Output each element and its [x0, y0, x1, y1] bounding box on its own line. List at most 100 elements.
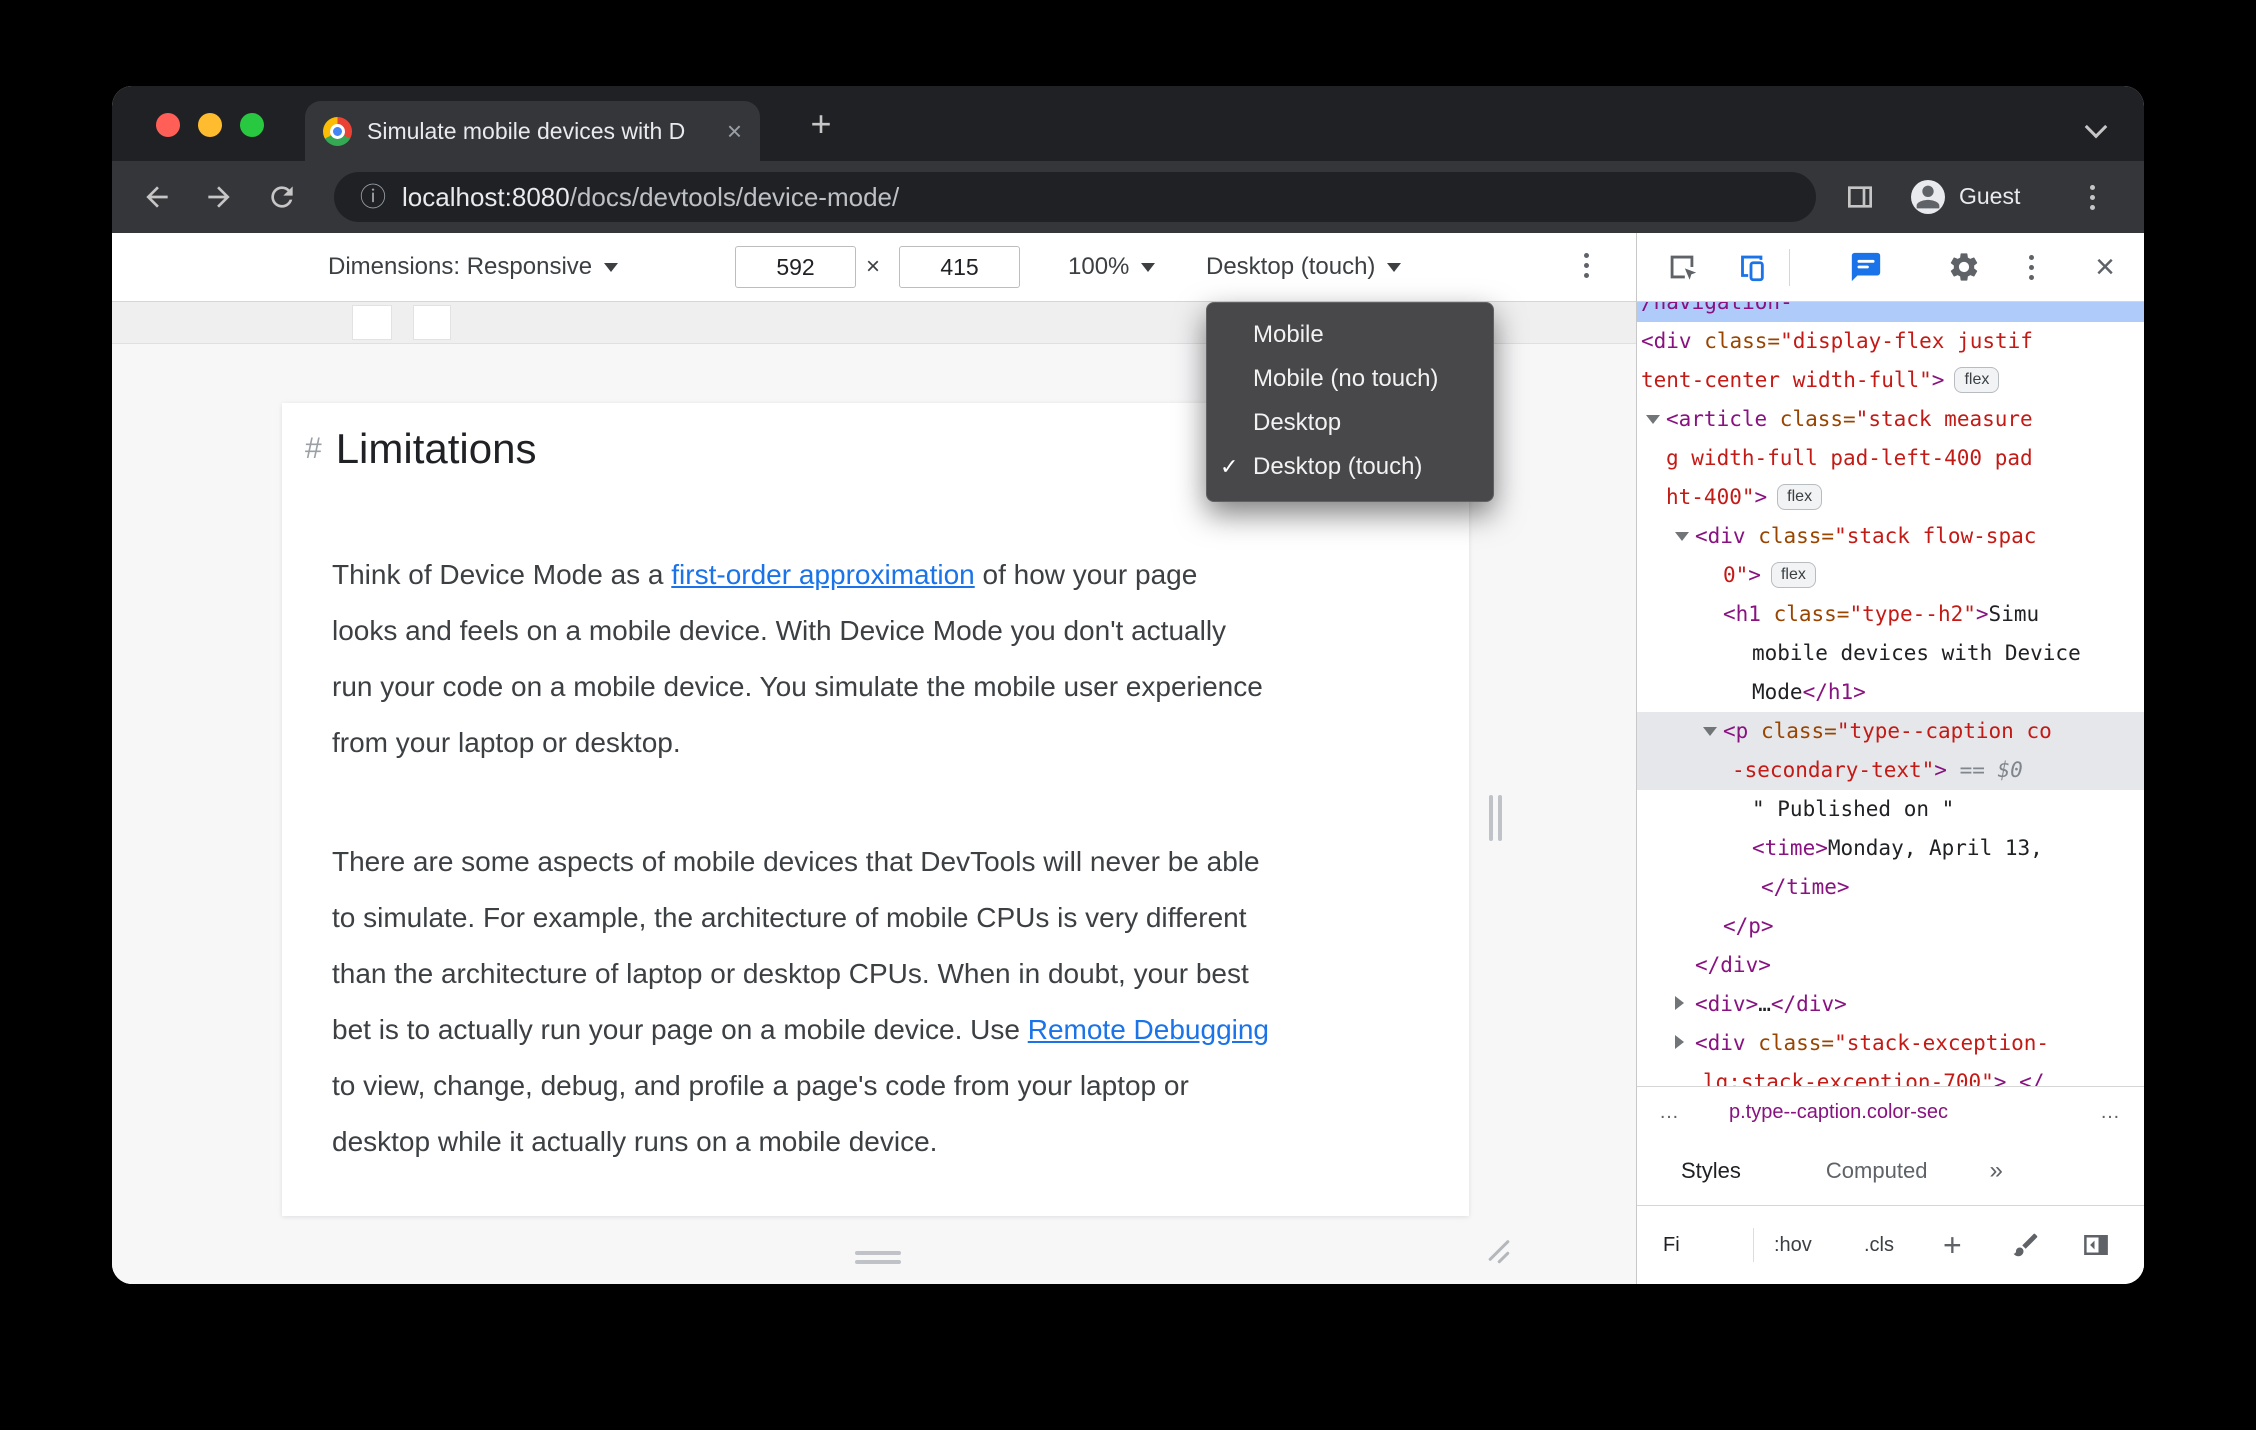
dom-tree-node[interactable]: <time>Monday, April 13, — [1637, 829, 2144, 868]
device-toolbar-kebab-icon[interactable] — [1584, 253, 1589, 278]
profile-avatar[interactable] — [1911, 180, 1945, 214]
dom-tree-node[interactable]: /navigation- — [1637, 302, 2144, 322]
dom-tree-node[interactable]: ht-400"> flex — [1637, 478, 2144, 517]
breadcrumb-overflow-right[interactable]: … — [2094, 1101, 2126, 1124]
width-input[interactable] — [735, 246, 856, 288]
expand-arrow-icon[interactable] — [1675, 985, 1695, 1024]
flex-badge[interactable]: flex — [1777, 484, 1823, 510]
ruler-mark — [413, 305, 451, 340]
tab-close-icon[interactable]: × — [727, 118, 742, 144]
window-close-button[interactable] — [156, 113, 180, 137]
dom-tree: /navigation- <div class="display-flex jus… — [1637, 302, 2144, 1086]
device-type-menu: Mobile Mobile (no touch) Desktop ✓ Deskt… — [1206, 302, 1494, 502]
dom-tree-node[interactable]: " Published on " — [1637, 790, 2144, 829]
menu-item-mobile[interactable]: Mobile — [1207, 313, 1493, 357]
expand-arrow-icon[interactable] — [1675, 1024, 1695, 1063]
tab-styles[interactable]: Styles — [1681, 1158, 1741, 1184]
dom-tree-node[interactable]: </div> — [1637, 946, 2144, 985]
new-style-rule-button[interactable]: + — [1943, 1206, 1962, 1284]
dom-tree-node[interactable]: <p class="type--caption co — [1637, 712, 2144, 751]
address-bar[interactable]: ⓘ localhost:8080/docs/devtools/device-mo… — [334, 172, 1816, 222]
menu-item-desktop[interactable]: Desktop — [1207, 401, 1493, 445]
dom-tree-node[interactable]: </p> — [1637, 907, 2144, 946]
page-title: Limitations — [335, 425, 537, 472]
settings-gear-icon[interactable] — [1947, 250, 1981, 284]
ruler-mark — [352, 305, 392, 340]
browser-tab[interactable]: Simulate mobile devices with D × — [305, 101, 760, 161]
tab-title: Simulate mobile devices with D — [367, 117, 686, 144]
flex-badge[interactable]: flex — [1770, 562, 1816, 588]
devtools-close-icon[interactable]: × — [2088, 250, 2122, 284]
dom-tree-node[interactable]: </time> — [1637, 868, 2144, 907]
breadcrumb-overflow-left[interactable]: … — [1653, 1101, 1685, 1124]
dom-tree-node[interactable]: <h1 class="type--h2">Simu — [1637, 595, 2144, 634]
back-icon[interactable] — [141, 181, 173, 213]
dom-tree-node[interactable]: tent-center width-full"> flex — [1637, 361, 2144, 400]
dom-tree-node[interactable]: 0"> flex — [1637, 556, 2144, 595]
viewport-resize-handle-right[interactable] — [1489, 795, 1502, 841]
dom-tree-node[interactable]: lg:stack-exception-700"> </ — [1637, 1063, 2144, 1086]
chevron-down-icon — [1141, 262, 1156, 272]
device-mode-toolbar: Dimensions: Responsive × 100% Desktop (t… — [112, 233, 1636, 302]
dom-tree-node[interactable]: <div class="stack-exception- — [1637, 1024, 2144, 1063]
expand-arrow-icon[interactable] — [1703, 712, 1723, 751]
paragraph-line: than the architecture of laptop or deskt… — [332, 958, 1249, 989]
reload-icon[interactable] — [266, 181, 298, 213]
devtools-panel: × /navigation- <div class="display-flex j… — [1636, 233, 2144, 1284]
rendering-emulations-icon[interactable] — [2011, 1206, 2041, 1284]
text-link[interactable]: Remote Debugging — [1028, 1014, 1269, 1045]
browser-menu-kebab-icon[interactable] — [2090, 185, 2095, 210]
tab-computed[interactable]: Computed — [1826, 1158, 1928, 1184]
heading-anchor-link[interactable]: # — [305, 432, 322, 466]
viewport-resize-handle-corner[interactable] — [1484, 1236, 1516, 1268]
devtools-toolbar: × — [1637, 233, 2144, 302]
styles-filter-input[interactable]: Fi — [1663, 1206, 1680, 1284]
chevron-down-icon — [604, 262, 619, 272]
expand-arrow-icon[interactable] — [1646, 400, 1666, 439]
dom-tree-node[interactable]: -secondary-text"> == $0 — [1637, 751, 2144, 790]
tab-search-chevron-icon[interactable] — [2086, 119, 2106, 139]
paragraph-line: Think of Device Mode as a first-order ap… — [332, 559, 1198, 590]
side-panel-icon[interactable] — [1844, 181, 1876, 213]
dimensions-times-label: × — [865, 253, 880, 280]
toggle-device-toolbar-icon[interactable] — [1734, 250, 1768, 284]
dom-tree-node[interactable]: <article class="stack measure — [1637, 400, 2144, 439]
flex-badge[interactable]: flex — [1954, 367, 2000, 393]
dimensions-select[interactable]: Dimensions: Responsive — [328, 233, 619, 301]
chevron-down-icon — [1387, 262, 1402, 272]
computed-sidebar-toggle-icon[interactable] — [2081, 1206, 2111, 1284]
zoom-select[interactable]: 100% — [1068, 233, 1156, 301]
viewport-resize-handle-bottom[interactable] — [855, 1251, 901, 1264]
more-tabs-chevron[interactable]: » — [1989, 1157, 2002, 1185]
paragraph-line: bet is to actually run your page on a mo… — [332, 1014, 1270, 1045]
dimensions-label: Dimensions: Responsive — [328, 253, 593, 280]
tab-strip: Simulate mobile devices with D × + — [112, 86, 2144, 161]
paragraph-line: from your laptop or desktop. — [332, 727, 681, 758]
dom-tree-node[interactable]: <div class="display-flex justif — [1637, 322, 2144, 361]
dom-tree-node[interactable]: mobile devices with Device — [1637, 634, 2144, 673]
forward-icon[interactable] — [203, 181, 235, 213]
dom-tree-node[interactable]: <div class="stack flow-spac — [1637, 517, 2144, 556]
dom-tree-node[interactable]: Mode</h1> — [1637, 673, 2144, 712]
console-messages-icon[interactable] — [1849, 250, 1883, 284]
site-info-icon[interactable]: ⓘ — [360, 184, 386, 210]
element-classes-button[interactable]: .cls — [1864, 1206, 1894, 1284]
toggle-element-state-button[interactable]: :hov — [1774, 1206, 1812, 1284]
breadcrumb-selected[interactable]: p.type--caption.color-sec — [1729, 1101, 1948, 1124]
dom-tree-node[interactable]: <div>…</div> — [1637, 985, 2144, 1024]
menu-item-mobile-no-touch[interactable]: Mobile (no touch) — [1207, 357, 1493, 401]
styles-toolbar: Fi :hov .cls + — [1637, 1206, 2144, 1284]
devtools-kebab-icon[interactable] — [2029, 255, 2034, 280]
expand-arrow-icon[interactable] — [1675, 517, 1695, 556]
window-zoom-button[interactable] — [240, 113, 264, 137]
paragraph-2: There are some aspects of mobile devices… — [332, 834, 1269, 1170]
new-tab-button[interactable]: + — [802, 106, 840, 144]
inspect-element-icon[interactable] — [1665, 250, 1699, 284]
menu-item-desktop-touch[interactable]: ✓ Desktop (touch) — [1207, 445, 1493, 489]
paragraph-line: run your code on a mobile device. You si… — [332, 671, 1263, 702]
device-type-select[interactable]: Desktop (touch) — [1206, 233, 1402, 301]
dom-tree-node[interactable]: g width-full pad-left-400 pad — [1637, 439, 2144, 478]
window-minimize-button[interactable] — [198, 113, 222, 137]
height-input[interactable] — [899, 246, 1020, 288]
text-link[interactable]: first-order approximation — [671, 559, 974, 590]
